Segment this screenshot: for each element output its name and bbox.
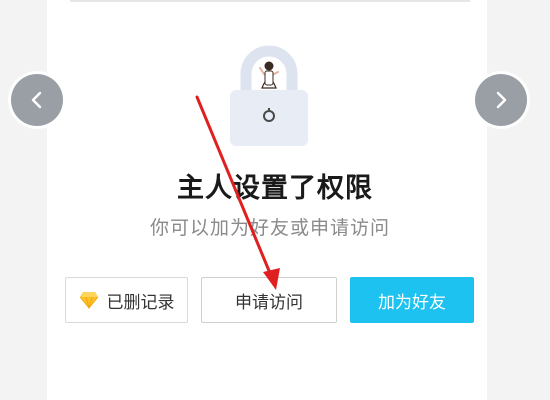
next-button[interactable] xyxy=(475,74,527,126)
page-title: 主人设置了权限 xyxy=(177,173,373,204)
chevron-left-icon xyxy=(31,91,42,109)
prev-button[interactable] xyxy=(11,74,63,126)
add-friend-button[interactable]: 加为好友 xyxy=(350,277,474,323)
request-access-label: 申请访问 xyxy=(235,292,303,313)
gem-icon xyxy=(79,292,98,309)
deleted-records-label: 已删记录 xyxy=(106,292,175,313)
top-divider xyxy=(70,0,470,2)
request-access-button[interactable]: 申请访问 xyxy=(201,277,337,323)
page-subtitle: 你可以加为好友或申请访问 xyxy=(149,217,390,239)
lock-illustration xyxy=(230,45,308,146)
chevron-right-icon xyxy=(496,91,507,109)
permission-dialog-screen: 主人设置了权限 你可以加为好友或申请访问 已删记录 申请访问 加为好友 xyxy=(0,0,550,400)
add-friend-label: 加为好友 xyxy=(378,292,446,313)
deleted-records-button[interactable]: 已删记录 xyxy=(65,277,188,323)
